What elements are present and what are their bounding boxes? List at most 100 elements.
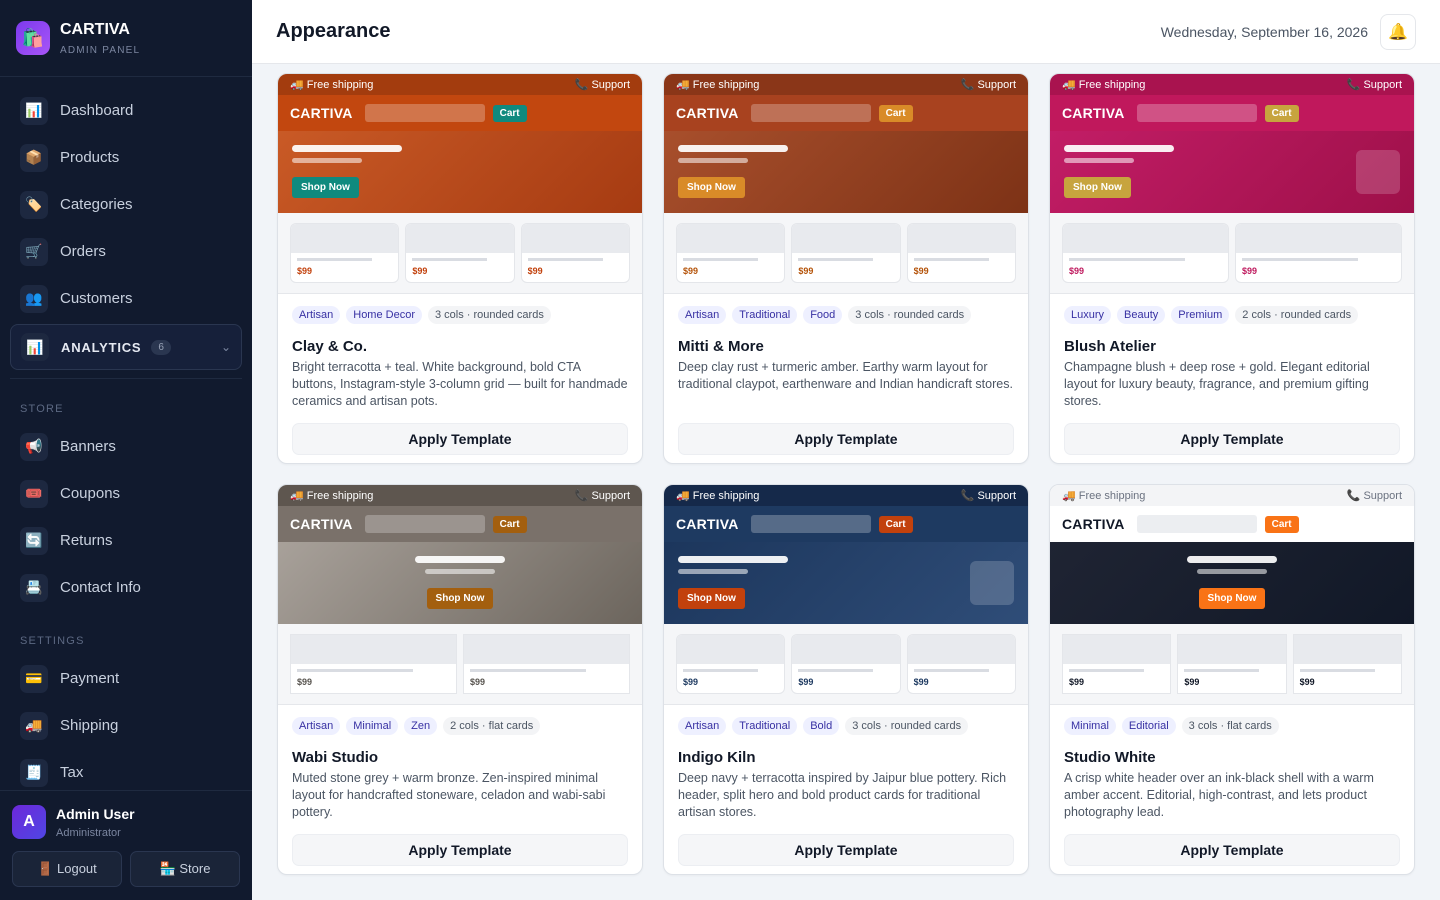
sidebar-item-label: Tax bbox=[60, 764, 84, 781]
shipping-icon: 🚚 bbox=[20, 711, 48, 740]
template-card: 🚚 Free shipping 📞 Support CARTIVA Cart Shop … bbox=[1049, 484, 1415, 875]
template-card: 🚚 Free shipping 📞 Support CARTIVA Cart Shop … bbox=[277, 484, 643, 875]
sidebar-item-dashboard[interactable]: 📊 Dashboard bbox=[10, 87, 242, 134]
sidebar-item-payment[interactable]: 💳 Payment bbox=[10, 655, 242, 702]
preview-announcement-bar: 🚚 Free shipping 📞 Support bbox=[1050, 74, 1414, 95]
preview-product-card: $99 bbox=[1177, 634, 1287, 694]
preview-product-title bbox=[1184, 669, 1260, 672]
layout-meta-badge: 2 cols · rounded cards bbox=[1235, 306, 1359, 324]
template-description: Deep navy + terracotta inspired by Jaipu… bbox=[678, 771, 1007, 819]
preview-product-title bbox=[297, 669, 413, 672]
preview-product-card: $99 bbox=[906, 634, 1016, 694]
preview-search-bar bbox=[1136, 104, 1257, 122]
preview-product-title bbox=[683, 258, 759, 261]
preview-support-text: 📞 Support bbox=[960, 79, 1016, 91]
customers-icon: 👥 bbox=[20, 284, 48, 313]
template-name: Clay & Co. bbox=[292, 338, 368, 355]
template-tags: Artisan Home Decor 3 cols · rounded cards bbox=[278, 294, 642, 324]
sidebar-item-categories[interactable]: 🏷️ Categories bbox=[10, 181, 242, 228]
sidebar-item-shipping[interactable]: 🚚 Shipping bbox=[10, 702, 242, 749]
preview-brand: CARTIVA bbox=[676, 516, 739, 532]
preview-cart-button: Cart bbox=[492, 104, 527, 122]
orders-icon: 🛒 bbox=[20, 237, 48, 266]
sidebar-item-contact-info[interactable]: 📇 Contact Info bbox=[10, 564, 242, 611]
apply-template-button[interactable]: Apply Template bbox=[292, 834, 628, 866]
preview-product-card: $99 bbox=[1062, 634, 1172, 694]
brand: 🛍️ CARTIVA ADMIN PANEL bbox=[0, 0, 252, 77]
apply-template-button[interactable]: Apply Template bbox=[1064, 834, 1400, 866]
tag-badge: Food bbox=[803, 306, 843, 324]
preview-brand: CARTIVA bbox=[676, 105, 739, 121]
sidebar-item-label: Returns bbox=[60, 532, 113, 549]
notification-bell-icon[interactable]: 🔔 bbox=[1380, 13, 1416, 50]
preview-search-bar bbox=[1136, 515, 1257, 533]
preview-hero-heading bbox=[1187, 556, 1277, 563]
sidebar-item-tax[interactable]: 🧾 Tax bbox=[10, 749, 242, 796]
store-button[interactable]: 🏪 Store bbox=[130, 851, 240, 887]
logout-button[interactable]: 🚪 Logout bbox=[12, 851, 122, 887]
apply-template-button[interactable]: Apply Template bbox=[1064, 423, 1400, 455]
preview-header: CARTIVA Cart bbox=[664, 506, 1028, 542]
apply-template-button[interactable]: Apply Template bbox=[678, 834, 1014, 866]
preview-product-price: $99 bbox=[913, 677, 929, 687]
sidebar-item-banners[interactable]: 📢 Banners bbox=[10, 423, 242, 470]
preview-cart-button: Cart bbox=[1264, 515, 1299, 533]
template-name: Studio White bbox=[1064, 749, 1156, 766]
products-icon: 📦 bbox=[20, 143, 48, 172]
sidebar-item-orders[interactable]: 🛒 Orders bbox=[10, 228, 242, 275]
preview-hero-heading bbox=[415, 556, 505, 563]
preview-cart-button: Cart bbox=[1264, 104, 1299, 122]
template-description: Deep clay rust + turmeric amber. Earthy … bbox=[678, 360, 1013, 391]
analytics-icon: 📊 bbox=[21, 333, 49, 361]
preview-hero-image bbox=[1356, 150, 1400, 194]
categories-icon: 🏷️ bbox=[20, 190, 48, 219]
sidebar-item-label: Customers bbox=[60, 290, 133, 307]
preview-product-price: $99 bbox=[913, 266, 929, 276]
sidebar-item-coupons[interactable]: 🎟️ Coupons bbox=[10, 470, 242, 517]
preview-shop-now-button: Shop Now bbox=[1064, 177, 1131, 198]
template-tags: Artisan Traditional Food 3 cols · rounded c… bbox=[664, 294, 1028, 324]
preview-product-image bbox=[677, 635, 785, 664]
sidebar-item-label: Coupons bbox=[60, 485, 121, 502]
preview-product-title bbox=[1299, 669, 1375, 672]
preview-product-price: $99 bbox=[297, 677, 313, 687]
preview-product-image bbox=[521, 224, 629, 253]
preview-shipping-text: 🚚 Free shipping bbox=[290, 79, 374, 91]
preview-search-bar bbox=[364, 104, 485, 122]
preview-product-grid: $99 $99 bbox=[1050, 213, 1414, 293]
apply-template-button[interactable]: Apply Template bbox=[292, 423, 628, 455]
preview-brand: CARTIVA bbox=[1062, 516, 1125, 532]
preview-hero-cta-wrap: Shop Now bbox=[1198, 574, 1266, 609]
template-card: 🚚 Free shipping 📞 Support CARTIVA Cart Shop … bbox=[663, 73, 1029, 464]
preview-header: CARTIVA Cart bbox=[278, 95, 642, 131]
sidebar-item-label: Products bbox=[60, 149, 120, 166]
preview-product-card: $99 bbox=[1062, 223, 1229, 283]
template-card: 🚚 Free shipping 📞 Support CARTIVA Cart Shop … bbox=[1049, 73, 1415, 464]
preview-shipping-text: 🚚 Free shipping bbox=[676, 79, 760, 91]
preview-product-card: $99 bbox=[290, 634, 457, 694]
sidebar-item-customers[interactable]: 👥 Customers bbox=[10, 275, 242, 322]
preview-hero-image bbox=[970, 561, 1014, 605]
preview-product-card: $99 bbox=[791, 223, 901, 283]
sidebar-item-label: Categories bbox=[60, 196, 133, 213]
preview-product-title bbox=[297, 258, 373, 261]
template-preview: 🚚 Free shipping 📞 Support CARTIVA Cart Shop … bbox=[664, 74, 1028, 294]
preview-product-image bbox=[677, 224, 785, 253]
preview-header: CARTIVA Cart bbox=[278, 506, 642, 542]
analytics-label: ANALYTICS bbox=[61, 339, 142, 355]
sidebar-group-analytics[interactable]: 📊 ANALYTICS 6 ⌄ bbox=[10, 324, 242, 370]
apply-template-button[interactable]: Apply Template bbox=[678, 423, 1014, 455]
preview-announcement-bar: 🚚 Free shipping 📞 Support bbox=[278, 485, 642, 506]
sidebar-item-products[interactable]: 📦 Products bbox=[10, 134, 242, 181]
page-title: Appearance bbox=[276, 20, 391, 42]
preview-product-image bbox=[1293, 635, 1401, 664]
preview-shipping-text: 🚚 Free shipping bbox=[1062, 490, 1146, 502]
preview-support-text: 📞 Support bbox=[1346, 490, 1402, 502]
template-grid: 🚚 Free shipping 📞 Support CARTIVA Cart Shop … bbox=[277, 73, 1416, 875]
user-name: Admin User bbox=[56, 805, 135, 822]
tag-badge: Beauty bbox=[1117, 306, 1166, 324]
sidebar-item-returns[interactable]: 🔄 Returns bbox=[10, 517, 242, 564]
preview-hero: Shop Now bbox=[1050, 131, 1414, 213]
layout-meta-badge: 3 cols · rounded cards bbox=[428, 306, 551, 324]
template-preview: 🚚 Free shipping 📞 Support CARTIVA Cart Shop … bbox=[1050, 485, 1414, 705]
